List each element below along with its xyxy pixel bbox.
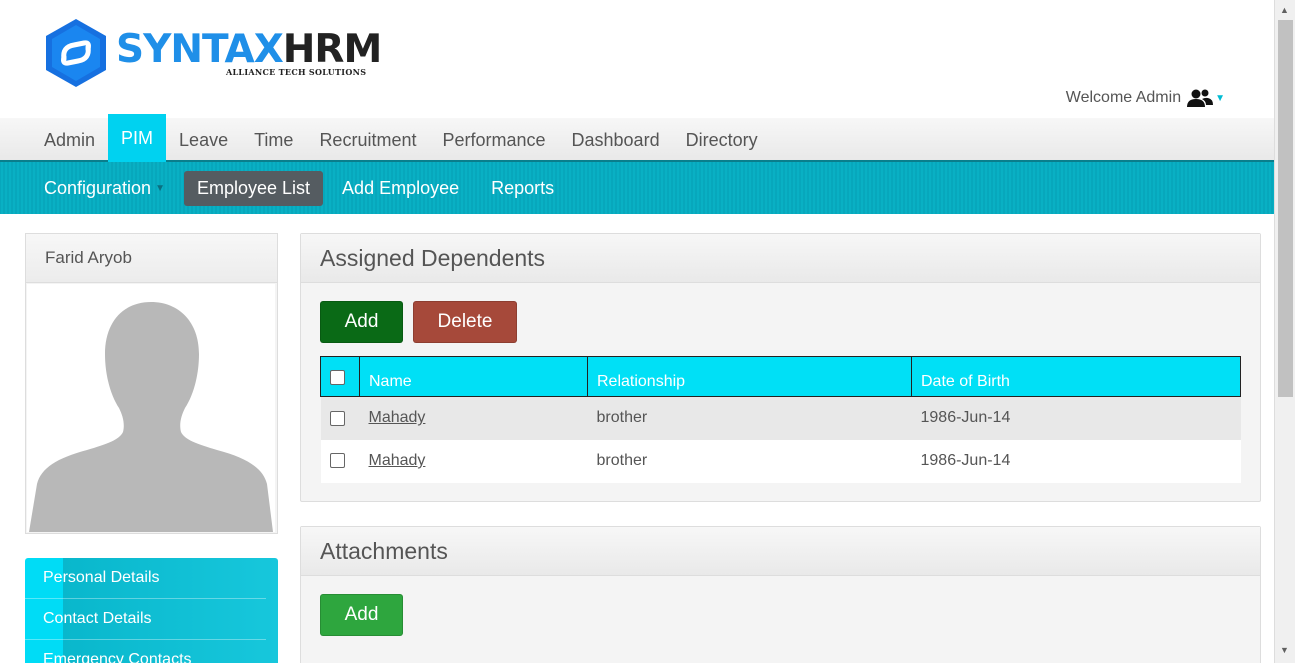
main-menu-time[interactable]: Time bbox=[241, 118, 306, 162]
dependents-table: Name Relationship Date of Birth Mahady b… bbox=[320, 356, 1241, 483]
employee-side-nav: Personal Details Contact Details Emergen… bbox=[25, 558, 278, 663]
dependent-dob: 1986-Jun-14 bbox=[920, 452, 1011, 469]
caret-down-icon: ▼ bbox=[155, 182, 165, 194]
row-checkbox[interactable] bbox=[329, 410, 345, 426]
side-nav-contact-details[interactable]: Contact Details bbox=[25, 599, 266, 640]
sub-menu-employee-list[interactable]: Employee List bbox=[183, 170, 324, 206]
main-menu-leave[interactable]: Leave bbox=[166, 118, 241, 162]
add-attachment-button[interactable]: Add bbox=[320, 594, 403, 636]
main-menu-performance[interactable]: Performance bbox=[429, 118, 558, 162]
scroll-up-icon[interactable]: ▲ bbox=[1280, 5, 1289, 15]
dependent-name-cell: Mahady bbox=[360, 440, 588, 483]
dependent-name-link[interactable]: Mahady bbox=[369, 452, 426, 469]
main-menu-pim[interactable]: PIM bbox=[108, 114, 167, 162]
logo-wordmark: SYNTAXHRM bbox=[116, 27, 382, 72]
attachments-title: Attachments bbox=[301, 527, 1260, 576]
scroll-down-icon[interactable]: ▼ bbox=[1280, 645, 1289, 655]
side-nav-emergency-contacts[interactable]: Emergency Contacts bbox=[25, 640, 266, 663]
employee-photo[interactable] bbox=[27, 284, 275, 532]
column-header-name[interactable]: Name bbox=[359, 356, 588, 397]
table-header-row: Name Relationship Date of Birth bbox=[320, 356, 1241, 397]
assigned-dependents-panel: Assigned Dependents Add Delete Name Rela… bbox=[300, 233, 1261, 502]
employee-name: Farid Aryob bbox=[26, 234, 277, 283]
select-all-cell bbox=[320, 356, 360, 397]
sub-menu-configuration-label: Configuration bbox=[44, 177, 152, 198]
assigned-dependents-title: Assigned Dependents bbox=[301, 234, 1260, 283]
delete-dependent-button[interactable]: Delete bbox=[413, 301, 517, 343]
dependent-name-cell: Mahady bbox=[360, 397, 588, 440]
dependent-relationship: brother bbox=[596, 409, 648, 427]
row-select-cell bbox=[321, 397, 360, 440]
dependent-dob: 1986-Jun-14 bbox=[920, 409, 1011, 427]
add-dependent-button[interactable]: Add bbox=[320, 301, 403, 343]
sub-menu-reports[interactable]: Reports bbox=[478, 171, 567, 206]
welcome-text: Welcome Admin bbox=[1065, 89, 1182, 106]
sub-menu: Configuration ▼ Employee List Add Employ… bbox=[0, 162, 1274, 214]
table-row: Mahady brother 1986-Jun-14 bbox=[320, 396, 1241, 440]
syntax-hrm-logo[interactable]: SYNTAXHRM ALLIANCE TECH SOLUTIONS bbox=[44, 17, 382, 91]
main-menu-directory[interactable]: Directory bbox=[673, 118, 771, 162]
table-row: Mahady brother 1986-Jun-14 bbox=[320, 439, 1241, 483]
welcome-user-menu[interactable]: Welcome Admin ▼ bbox=[1066, 88, 1225, 108]
main-menu-recruitment[interactable]: Recruitment bbox=[306, 118, 429, 162]
column-header-relationship[interactable]: Relationship bbox=[587, 356, 912, 397]
chevron-down-icon: ▼ bbox=[1215, 92, 1225, 104]
main-menu-admin[interactable]: Admin bbox=[31, 118, 108, 162]
main-menu: Admin PIM Leave Time Recruitment Perform… bbox=[0, 114, 1274, 162]
dependent-relationship: brother bbox=[596, 452, 648, 469]
attachments-panel: Attachments Add bbox=[300, 526, 1261, 663]
select-all-checkbox[interactable] bbox=[330, 369, 345, 385]
column-header-date-of-birth[interactable]: Date of Birth bbox=[911, 356, 1241, 397]
logo-tagline: ALLIANCE TECH SOLUTIONS bbox=[226, 67, 367, 77]
dependent-name-link[interactable]: Mahady bbox=[369, 409, 426, 426]
row-select-cell bbox=[321, 440, 360, 483]
page-scrollbar[interactable]: ▲ ▼ bbox=[1274, 0, 1295, 663]
scrollbar-thumb[interactable] bbox=[1278, 20, 1293, 397]
person-silhouette-icon bbox=[29, 302, 273, 532]
employee-profile-card: Farid Aryob bbox=[25, 233, 278, 534]
sub-menu-configuration[interactable]: Configuration ▼ bbox=[31, 171, 178, 206]
side-nav-personal-details[interactable]: Personal Details bbox=[25, 558, 266, 599]
logo-hex-icon bbox=[46, 19, 106, 87]
sub-menu-add-employee[interactable]: Add Employee bbox=[329, 171, 472, 206]
row-checkbox[interactable] bbox=[329, 453, 345, 469]
users-icon bbox=[1187, 89, 1214, 107]
main-menu-dashboard[interactable]: Dashboard bbox=[559, 118, 673, 162]
